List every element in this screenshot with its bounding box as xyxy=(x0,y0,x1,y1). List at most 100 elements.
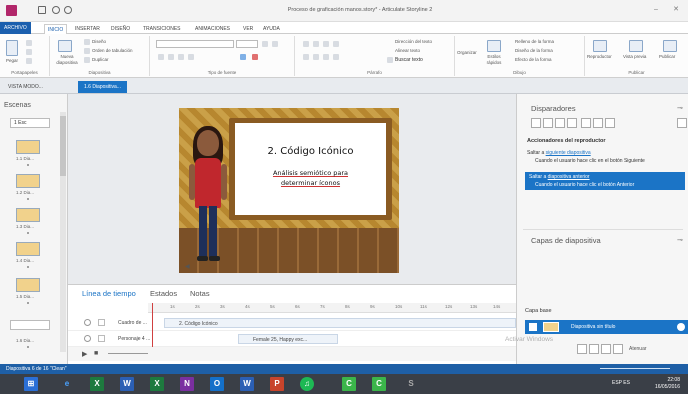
slide-subtitle[interactable]: Análisis semiótico para determinar íconos xyxy=(235,168,386,188)
timeline-ruler[interactable]: 1s 2s 3s 4s 5s 6s 7s 8s 9s 10s 11s 12s 1… xyxy=(148,303,516,313)
save-icon[interactable] xyxy=(38,6,46,14)
speaker-icon[interactable]: ◀ xyxy=(185,263,190,270)
duplicate-button[interactable]: Duplicar xyxy=(92,57,109,62)
layer-row-selected[interactable]: Diapositiva sin título xyxy=(525,320,688,334)
timeline-bar[interactable]: Female 25, Happy exc... xyxy=(238,334,338,344)
tab-ver[interactable]: VER xyxy=(240,24,256,34)
design-button[interactable]: Diseño xyxy=(92,39,106,44)
align-center-icon[interactable] xyxy=(313,54,319,60)
quick-styles-icon[interactable] xyxy=(487,40,501,52)
eye-icon[interactable] xyxy=(84,319,91,326)
taskbar-app-icon[interactable]: W xyxy=(240,377,254,391)
slide-thumbnail[interactable] xyxy=(16,208,40,222)
scroll-thumb[interactable] xyxy=(60,116,66,176)
lock-icon[interactable] xyxy=(98,335,105,342)
zoom-slider[interactable] xyxy=(108,353,148,354)
new-slide-button[interactable]: Nueva diapositiva xyxy=(54,54,80,66)
align-text-button[interactable]: Alinear texto xyxy=(395,48,420,53)
shrink-font-icon[interactable] xyxy=(272,41,278,47)
tab-notas[interactable]: Notas xyxy=(190,289,210,298)
trigger-target-link[interactable]: siguiente diapositiva xyxy=(546,150,591,156)
base-layer-label[interactable]: Capa base xyxy=(525,308,552,314)
layer-visibility-checkbox[interactable] xyxy=(529,323,537,331)
taskbar-app-icon[interactable]: N xyxy=(180,377,194,391)
grow-font-icon[interactable] xyxy=(262,41,268,47)
taskbar-app-icon[interactable]: W xyxy=(120,377,134,391)
slide-thumbnail[interactable] xyxy=(16,140,40,154)
tab-transiciones[interactable]: TRANSICIONES xyxy=(140,24,184,34)
organize-button[interactable]: Organizar xyxy=(457,50,477,55)
play-icon[interactable]: ▶ xyxy=(82,350,87,358)
quick-styles-button[interactable]: Estilos rápidos xyxy=(483,54,505,66)
edit-trigger-icon[interactable] xyxy=(543,118,553,128)
tab-ayuda[interactable]: AYUDA xyxy=(260,24,283,34)
paste-button[interactable]: Pegar xyxy=(6,58,18,63)
find-text-button[interactable]: Buscar texto xyxy=(395,57,423,63)
taskbar-app-icon[interactable]: P xyxy=(270,377,284,391)
taskbar-app-icon[interactable]: C xyxy=(342,377,356,391)
taskbar-app-icon[interactable]: S xyxy=(404,377,418,391)
italic-icon[interactable] xyxy=(168,54,174,60)
zoom-slider[interactable] xyxy=(600,368,670,369)
eye-icon[interactable] xyxy=(84,335,91,342)
font-size-select[interactable] xyxy=(236,40,258,48)
trigger-previous-selected[interactable]: Saltar a diapositiva anterior Cuando el … xyxy=(525,172,685,190)
copy-icon[interactable] xyxy=(26,49,32,55)
font-color-icon[interactable] xyxy=(252,54,258,60)
taskbar-app-icon[interactable]: e xyxy=(60,377,74,391)
slide-tab[interactable]: 1.6 Diapositiva... xyxy=(78,81,127,93)
timeline-bar[interactable]: 2. Código Icónico xyxy=(164,318,516,328)
player-button[interactable]: Reproductor xyxy=(587,54,612,59)
taskbar-app-icon[interactable]: C xyxy=(372,377,386,391)
new-trigger-icon[interactable] xyxy=(531,118,541,128)
preview-button[interactable]: Vista previa xyxy=(623,54,646,59)
pin-icon[interactable]: ⊸ xyxy=(677,104,683,112)
lock-icon[interactable] xyxy=(98,319,105,326)
tab-estados[interactable]: Estados xyxy=(150,289,177,298)
close-icon[interactable]: ✕ xyxy=(670,6,682,14)
clock[interactable]: 22:08 16/05/2016 xyxy=(655,377,680,391)
publish-icon[interactable] xyxy=(663,40,677,52)
slide-canvas[interactable]: 2. Código Icónico Análisis semiótico par… xyxy=(179,108,399,273)
scenes-scrollbar[interactable] xyxy=(60,112,66,352)
taskbar-app-icon[interactable]: ♫ xyxy=(300,377,314,391)
minimize-icon[interactable]: – xyxy=(650,6,662,14)
trigger-next[interactable]: Saltar a siguiente diapositiva xyxy=(527,150,591,156)
text-direction-button[interactable]: Dirección del texto xyxy=(395,39,432,44)
taskbar-app-icon[interactable]: X xyxy=(90,377,104,391)
panel-options-icon[interactable] xyxy=(677,118,687,128)
increase-indent-icon[interactable] xyxy=(333,41,339,47)
numbering-icon[interactable] xyxy=(313,41,319,47)
highlight-icon[interactable] xyxy=(240,54,246,60)
paste-trigger-icon[interactable] xyxy=(567,118,577,128)
slide-thumbnail-selected[interactable] xyxy=(10,320,50,330)
tab-insertar[interactable]: INSERTAR xyxy=(72,24,103,34)
playhead[interactable] xyxy=(152,303,153,347)
delete-layer-icon[interactable] xyxy=(601,344,611,354)
new-layer-icon[interactable] xyxy=(577,344,587,354)
stop-icon[interactable]: ■ xyxy=(94,350,98,357)
move-down-icon[interactable] xyxy=(605,118,615,128)
shape-fill-button[interactable]: Relleno de la forma xyxy=(515,39,554,44)
format-painter-icon[interactable] xyxy=(26,58,32,64)
taskbar-app-icon[interactable]: O xyxy=(210,377,224,391)
decrease-indent-icon[interactable] xyxy=(323,41,329,47)
duplicate-layer-icon[interactable] xyxy=(589,344,599,354)
timeline-row[interactable]: Cuadro de ... 2. Código Icónico xyxy=(68,315,516,331)
delete-trigger-icon[interactable] xyxy=(581,118,591,128)
story-view-tab[interactable]: VISTA MODO... xyxy=(2,81,49,93)
tab-archivo[interactable]: ARCHIVO xyxy=(0,22,31,34)
underline-icon[interactable] xyxy=(178,54,184,60)
slide-thumbnail[interactable] xyxy=(16,242,40,256)
tab-animaciones[interactable]: ANIMACIONES xyxy=(192,24,233,34)
scene-selector[interactable]: 1 Esc xyxy=(10,118,50,128)
dim-label[interactable]: Atenuar xyxy=(629,346,647,352)
bullets-icon[interactable] xyxy=(303,41,309,47)
language-indicator[interactable]: ESP ES xyxy=(612,380,630,386)
bold-icon[interactable] xyxy=(158,54,164,60)
new-slide-icon[interactable] xyxy=(58,40,72,52)
tab-linea-de-tiempo[interactable]: Línea de tiempo xyxy=(82,289,136,298)
align-right-icon[interactable] xyxy=(323,54,329,60)
preview-icon[interactable] xyxy=(629,40,643,52)
font-family-select[interactable] xyxy=(156,40,234,48)
